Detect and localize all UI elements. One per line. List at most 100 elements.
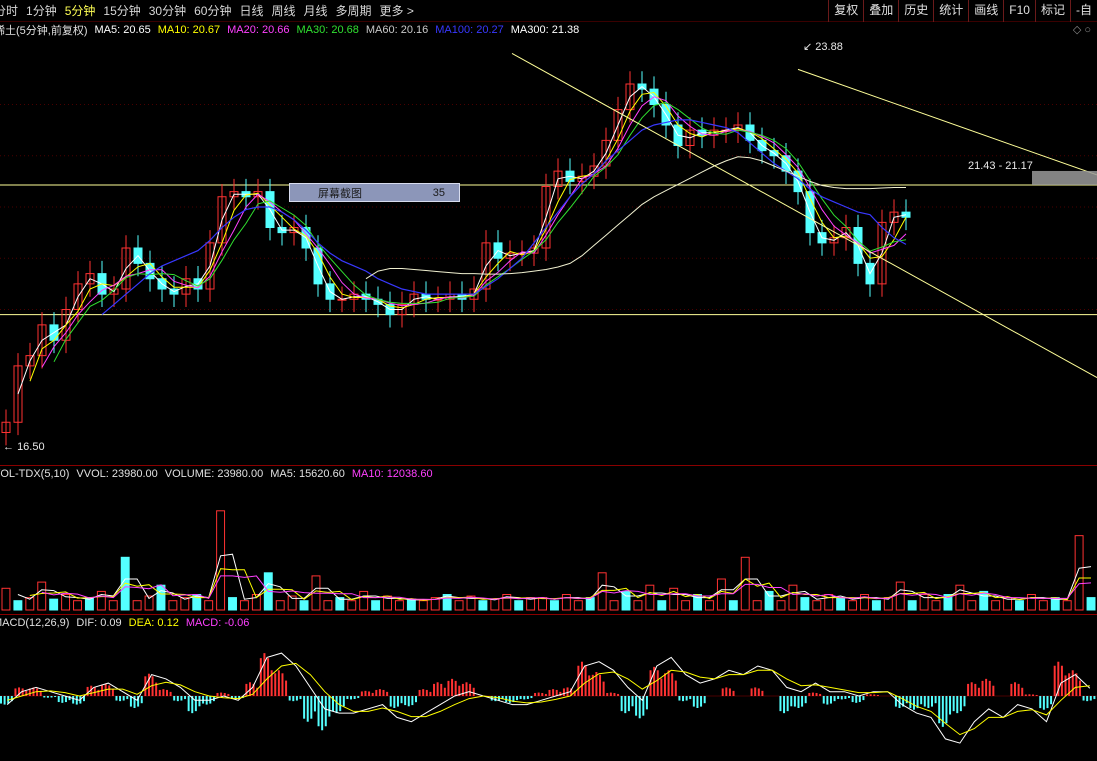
popup-value: 35 xyxy=(432,186,445,199)
period-tab-8[interactable]: 月线 xyxy=(304,0,328,22)
ma10-line xyxy=(29,91,907,382)
ma30-line xyxy=(53,101,907,363)
volume-bar xyxy=(371,600,381,611)
volume-bar xyxy=(776,600,786,611)
main_legend-item-3: MA30: 20.68 xyxy=(296,24,359,36)
volume-ma10-line xyxy=(29,568,1091,601)
main_legend-item-0: MA5: 20.65 xyxy=(94,24,151,36)
volume-bar xyxy=(788,584,798,611)
volume-bar xyxy=(871,600,881,611)
volume-bar xyxy=(418,600,428,611)
volume-bar xyxy=(1038,600,1048,611)
candle xyxy=(901,211,911,218)
volume-bar xyxy=(49,598,59,611)
macd-title: MACD(12,26,9) xyxy=(0,617,70,629)
volume-bar xyxy=(645,584,655,611)
period-tab-0[interactable]: 分时 xyxy=(0,0,18,22)
tool-button-6[interactable]: 标记 xyxy=(1034,0,1070,22)
ma100-line xyxy=(101,119,907,316)
volume-bar xyxy=(848,600,858,611)
channel-label: 21.43 - 21.17 xyxy=(968,160,1033,172)
volume-bar xyxy=(37,581,47,611)
high-label: ↙ 23.88 xyxy=(803,41,843,53)
close-icon[interactable]: ○ xyxy=(1084,24,1091,36)
period-tab-7[interactable]: 周线 xyxy=(271,0,295,22)
volume-bar xyxy=(538,597,548,611)
main_legend-item-6: MA300: 21.38 xyxy=(510,24,580,36)
period-tab-2[interactable]: 5分钟 xyxy=(65,0,96,22)
volume-bar xyxy=(299,600,309,611)
volume-bar xyxy=(239,600,249,611)
volume-bar xyxy=(228,597,237,611)
volume-bar xyxy=(359,590,369,611)
volume-bar xyxy=(168,600,178,611)
vol_legend-item-3: MA10: 12038.60 xyxy=(351,468,433,480)
volume-bar xyxy=(73,600,82,611)
selection-box[interactable] xyxy=(1032,170,1097,185)
trend-line-upper[interactable] xyxy=(511,52,1097,379)
main_legend-item-2: MA20: 20.66 xyxy=(227,24,290,36)
low-value: 16.50 xyxy=(17,441,45,453)
volume-ma5-line xyxy=(17,553,1092,601)
period-tab-6[interactable]: 日线 xyxy=(239,0,263,22)
volume-bar xyxy=(156,584,166,611)
volume-bar xyxy=(919,594,929,611)
trend-line-channel[interactable] xyxy=(797,68,1097,176)
volume-bar xyxy=(681,600,691,611)
volume-bar xyxy=(907,600,917,611)
period-tab-5[interactable]: 60分钟 xyxy=(194,0,231,22)
volume-bar xyxy=(454,600,464,611)
right-tools: 复权 叠加 历史 统计 画线 F10 标记 -自 xyxy=(828,0,1097,22)
macd-legend: MACD(12,26,9) DIF: 0.09 DEA: 0.12 MACD: -0… xyxy=(0,615,256,631)
volume-bar xyxy=(1,587,11,611)
macd_legend-item-0: DIF: 0.09 xyxy=(76,617,122,629)
tool-button-2[interactable]: 历史 xyxy=(898,0,933,22)
volume-bar xyxy=(216,510,226,611)
tool-button-3[interactable]: 统计 xyxy=(933,0,968,22)
volume-bar xyxy=(657,600,667,611)
screenshot-popup[interactable]: 屏幕截图 35 xyxy=(289,183,460,202)
volume-bar xyxy=(275,600,285,611)
volume-bar xyxy=(323,600,333,611)
volume-bar xyxy=(633,600,643,611)
diamond-icon[interactable]: ◇ xyxy=(1073,24,1081,36)
volume-bar xyxy=(705,600,714,611)
volume-bar xyxy=(514,600,524,611)
tool-button-4[interactable]: 画线 xyxy=(968,0,1003,22)
main_legend-item-4: MA60: 20.16 xyxy=(365,24,429,36)
low-label: ← 16.50 xyxy=(3,441,45,453)
tool-button-0[interactable]: 复权 xyxy=(828,0,863,22)
main-title: 稀土(5分钟,前复权) xyxy=(0,25,88,37)
corner-icons: ◇ ○ xyxy=(1073,23,1091,36)
main_legend-item-5: MA100: 20.27 xyxy=(435,24,504,36)
volume-bar xyxy=(764,590,774,611)
volume-bar xyxy=(609,600,619,611)
volume-bar xyxy=(204,600,214,611)
macd-chart xyxy=(0,652,1097,744)
volume-bar xyxy=(728,600,738,611)
volume-bar xyxy=(13,600,23,611)
period-tab-3[interactable]: 15分钟 xyxy=(103,0,140,22)
macd_legend-item-2: MACD: -0.06 xyxy=(185,617,250,629)
ma300-line xyxy=(365,156,906,280)
volume-bar xyxy=(1026,594,1036,611)
period-tab-1[interactable]: 1分钟 xyxy=(26,0,57,22)
tool-button-5[interactable]: F10 xyxy=(1003,0,1035,22)
volume-bar xyxy=(812,600,822,611)
period-tab-9[interactable]: 多周期 xyxy=(336,0,372,22)
period-tab-4[interactable]: 30分钟 xyxy=(149,0,186,22)
volume-bar xyxy=(406,598,416,611)
volume-bar xyxy=(800,597,810,611)
price-chart xyxy=(0,52,1097,446)
volume-bar xyxy=(895,581,905,611)
main-legend: 稀土(5分钟,前复权) MA5: 20.65 MA10: 20.67 MA20: 2… xyxy=(0,22,586,38)
period-tab-10[interactable]: 更多 > xyxy=(380,0,414,22)
volume-bar xyxy=(132,600,142,611)
ma20-line xyxy=(41,96,907,368)
volume-bar xyxy=(1062,600,1072,611)
tool-button-7[interactable]: -自 xyxy=(1070,0,1097,22)
volume-bar xyxy=(573,600,583,611)
main_legend-item-1: MA10: 20.67 xyxy=(157,24,221,36)
period-tabs: 分时 1分钟 5分钟 15分钟 30分钟 60分钟 日线 周线 月线 多周期 更多 > xyxy=(0,0,422,22)
tool-button-1[interactable]: 叠加 xyxy=(863,0,898,22)
